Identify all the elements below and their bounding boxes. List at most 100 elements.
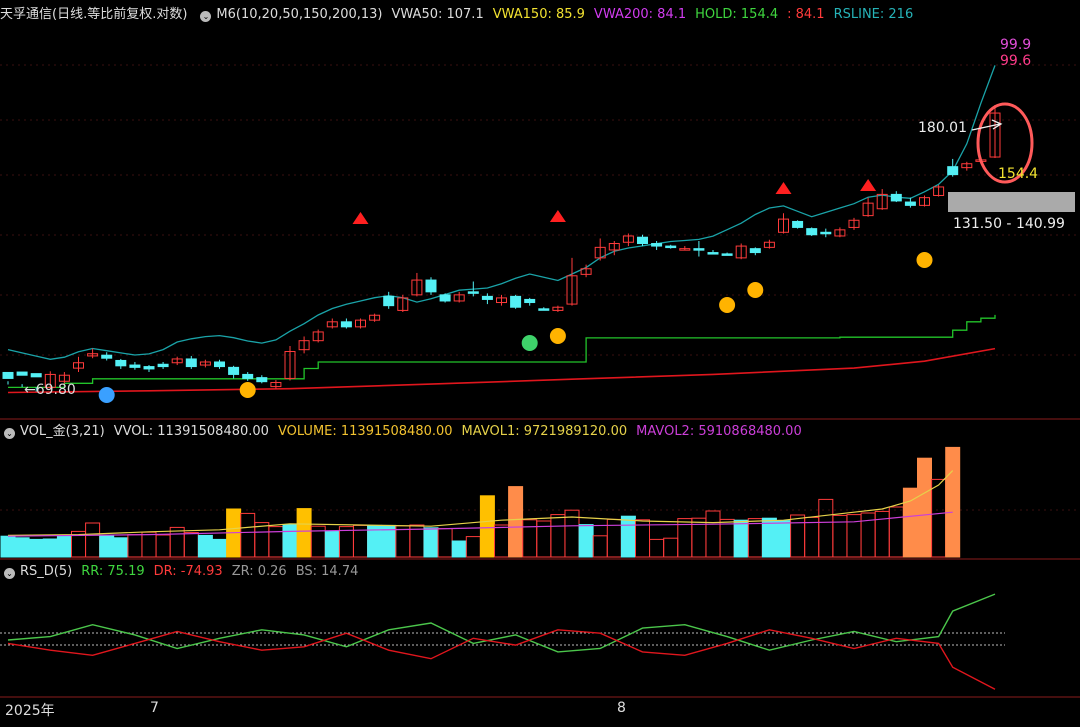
volume-bar [705,510,721,558]
candle-body [340,321,352,328]
candle-body [947,166,959,176]
candle-body [115,359,127,367]
candle-body [749,248,761,254]
rs-label: RS_D(5) [20,564,73,579]
candle-body [792,220,804,228]
candle-body [651,243,663,247]
volume-bar [56,534,72,558]
volume-bar [338,526,354,558]
volume-bar [28,538,44,558]
candle-body [425,279,437,293]
stock-title: 天孚通信(日线.等比前复权.对数) [0,7,188,22]
dr-series [7,629,996,690]
candle-body [904,201,916,206]
signal-coin-icon [521,335,538,351]
volume-bar [931,478,947,558]
candle-body [707,252,719,255]
vvol-value: VVOL: 11391508480.00 [113,424,269,439]
volume-bar [790,514,806,558]
volume-bar [733,519,749,558]
candle-body [101,354,113,359]
chart-stage: 天孚通信(日线.等比前复权.对数) ⌄ M6(10,20,50,150,200,13… [0,0,1080,723]
settings-icon[interactable]: ⌄ [4,568,15,579]
signal-coin-icon [98,387,115,403]
volume-bar [747,518,763,558]
volume-bar [776,520,791,558]
volume-bar [183,532,199,558]
volume-bar [99,534,115,558]
volume-bar [719,518,735,558]
volume-bar [324,530,340,558]
volume-bar [663,537,679,558]
volume-bar [578,524,594,558]
high-annotation: 180.01 [918,120,967,136]
candle-body [538,308,550,311]
volume-bar [437,528,453,558]
volume-bar [85,522,101,558]
rsline-top1: 99.9 [1000,37,1032,53]
candle-body [439,294,451,302]
candle-body [806,228,818,236]
volume-bar [550,514,566,558]
candle-body [242,373,254,379]
candle-body [214,361,225,368]
volume-bar [649,538,665,558]
volume-bar [522,519,538,558]
hold-value: HOLD: 154.4 [695,7,779,22]
vwa50-value: VWA50: 107.1 [391,7,484,22]
signal-triangle-icon [775,182,792,194]
candle-body [721,253,733,256]
volume-bar [296,508,312,558]
candle-body [2,371,14,379]
vwa150-value: VWA150: 85.9 [492,7,585,22]
settings-icon[interactable]: ⌄ [4,428,15,439]
volume-bar [197,534,213,558]
volume-bar [169,526,185,558]
rs-header: ⌄ RS_D(5) RR: 75.19 DR: -74.93 ZR: 0.26 BS: 1… [0,561,1080,583]
volume-bar [0,535,16,558]
volume-bar [465,536,481,558]
chart-canvas[interactable] [0,0,1080,723]
dr-value: DR: -74.93 [153,564,223,579]
volume-bar [42,538,58,558]
volume-bar [761,517,777,558]
range-annotation: 131.50 - 140.99 [953,216,1065,232]
candle-body [256,377,268,383]
signal-coin-icon [916,252,933,268]
signal-coin-icon [747,282,764,298]
volume-bar [804,516,820,558]
mavol2-value: MAVOL2: 5910868480.00 [636,424,802,439]
signal-coin-icon [549,328,566,344]
candle-body [16,371,28,376]
x-axis-year: 2025年 [5,703,55,719]
candle-body [693,248,705,251]
signal-triangle-icon [860,179,877,191]
ma-label: M6(10,20,50,150,200,13) [216,7,383,22]
candle-body [637,236,648,245]
signal-coin-icon [239,382,256,398]
candle-body [481,295,493,300]
volume-bar [141,531,157,558]
vwa200-value: VWA200: 84.1 [593,7,687,22]
zr-value: ZR: 0.26 [231,564,287,579]
candle-body [185,358,197,368]
volume-bar [592,535,608,558]
volume-bar [818,498,834,558]
volume-bar [254,522,270,558]
arrow-icon [971,119,1003,131]
candle-body [143,366,155,370]
volume-bar [620,515,636,558]
candle-body [129,364,141,368]
volume-bar [212,538,227,558]
range-band [948,192,1075,212]
candle-body [467,291,479,294]
low-annotation: ←69.80 [24,382,76,398]
volume-bar [888,506,904,558]
settings-icon[interactable]: ⌄ [200,11,212,22]
volume-bar [479,495,495,558]
hold-extra-value: : 84.1 [787,7,825,22]
volume-bar [155,534,171,558]
volume-bar [423,527,439,558]
vol-label: VOL_金(3,21) [20,424,105,439]
candle-body [383,295,395,307]
